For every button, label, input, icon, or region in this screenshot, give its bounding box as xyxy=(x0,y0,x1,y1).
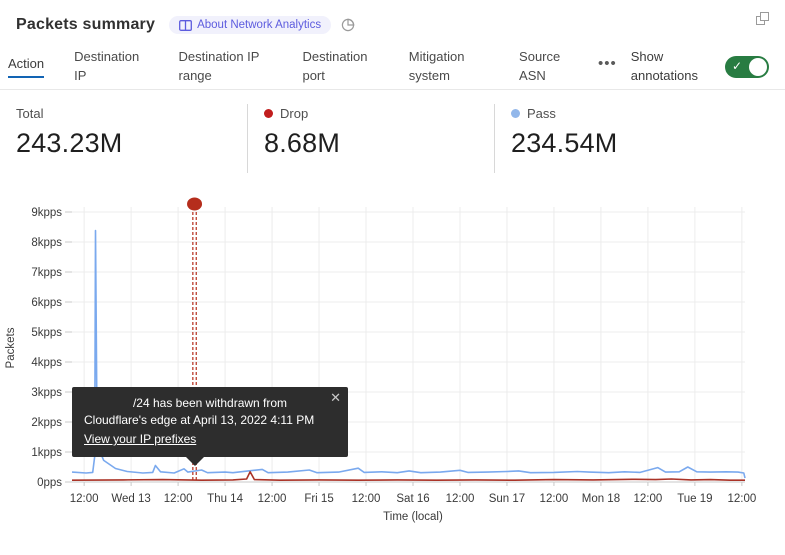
tab-source-asn[interactable]: Source ASN xyxy=(519,48,568,86)
svg-text:Time (local): Time (local) xyxy=(383,511,443,523)
svg-text:Thu 14: Thu 14 xyxy=(207,493,243,505)
check-icon: ✓ xyxy=(732,59,742,73)
annotation-text-line2: Cloudflare's edge at April 13, 2022 4:11… xyxy=(84,412,336,429)
stat-total-value: 243.23M xyxy=(16,128,231,159)
svg-text:1kpps: 1kpps xyxy=(31,447,62,459)
show-annotations-label: Show annotations xyxy=(631,48,711,86)
stat-drop-label: Drop xyxy=(280,106,308,121)
packets-time-series-chart[interactable]: 0pps 1kpps 2kpps 3kpps 4kpps 5kpps 6kpps 7kpps 8… xyxy=(0,188,785,543)
drop-legend-dot xyxy=(264,109,273,118)
svg-text:12:00: 12:00 xyxy=(540,493,569,505)
about-badge-label: About Network Analytics xyxy=(197,19,321,31)
dimension-tabs: Action Destination IP Destination IP ran… xyxy=(0,44,785,90)
svg-text:Sat 16: Sat 16 xyxy=(396,493,429,505)
popout-square-front xyxy=(760,12,769,21)
view-ip-prefixes-link[interactable]: View your IP prefixes xyxy=(84,431,196,448)
book-icon xyxy=(179,20,192,31)
svg-text:Sun 17: Sun 17 xyxy=(489,493,525,505)
packets-summary-card: Packets summary About Network Analytics … xyxy=(0,0,785,555)
svg-text:6kpps: 6kpps xyxy=(31,297,62,309)
svg-text:12:00: 12:00 xyxy=(446,493,475,505)
annotation-text-line1: /24 has been withdrawn from xyxy=(84,395,336,412)
packets-chart: 0pps 1kpps 2kpps 3kpps 4kpps 5kpps 6kpps 7kpps 8… xyxy=(0,188,785,543)
popout-icon[interactable] xyxy=(756,12,769,25)
stat-total-label: Total xyxy=(16,106,43,121)
svg-text:7kpps: 7kpps xyxy=(31,267,62,279)
show-annotations-toggle[interactable]: ✓ xyxy=(725,56,769,78)
tab-action[interactable]: Action xyxy=(8,55,44,78)
summary-stats: Total 243.23M Drop 8.68M Pass 234.54M xyxy=(0,90,785,183)
page-title: Packets summary xyxy=(16,16,155,34)
svg-text:12:00: 12:00 xyxy=(727,493,756,505)
svg-text:12:00: 12:00 xyxy=(352,493,381,505)
tab-mitigation-system[interactable]: Mitigation system xyxy=(409,48,489,86)
stat-total: Total 243.23M xyxy=(0,104,247,173)
stat-drop-value: 8.68M xyxy=(264,128,478,159)
svg-text:0pps: 0pps xyxy=(37,477,62,489)
close-icon[interactable]: ✕ xyxy=(330,391,341,404)
svg-text:4kpps: 4kpps xyxy=(31,357,62,369)
about-network-analytics-link[interactable]: About Network Analytics xyxy=(169,16,331,34)
svg-text:Mon 18: Mon 18 xyxy=(582,493,620,505)
svg-text:12:00: 12:00 xyxy=(258,493,287,505)
svg-text:12:00: 12:00 xyxy=(70,493,99,505)
annotation-tooltip: ✕ /24 has been withdrawn from Cloudflare… xyxy=(72,387,348,457)
tab-destination-port[interactable]: Destination port xyxy=(302,48,378,86)
tab-destination-ip-range[interactable]: Destination IP range xyxy=(179,48,273,86)
pass-legend-dot xyxy=(511,109,520,118)
beta-pie-icon xyxy=(341,18,355,32)
tooltip-caret xyxy=(186,457,204,466)
svg-text:3kpps: 3kpps xyxy=(31,387,62,399)
toggle-knob xyxy=(749,58,767,76)
svg-text:12:00: 12:00 xyxy=(164,493,193,505)
stat-drop: Drop 8.68M xyxy=(247,104,494,173)
card-header: Packets summary About Network Analytics xyxy=(0,0,785,38)
svg-text:Packets: Packets xyxy=(5,327,17,368)
stat-pass-label: Pass xyxy=(527,106,556,121)
stat-pass: Pass 234.54M xyxy=(494,104,741,173)
svg-text:Wed 13: Wed 13 xyxy=(111,493,150,505)
svg-text:Fri 15: Fri 15 xyxy=(304,493,333,505)
svg-text:5kpps: 5kpps xyxy=(31,327,62,339)
stat-pass-value: 234.54M xyxy=(511,128,725,159)
svg-text:8kpps: 8kpps xyxy=(31,237,62,249)
svg-text:2kpps: 2kpps xyxy=(31,417,62,429)
svg-text:Tue 19: Tue 19 xyxy=(677,493,712,505)
svg-text:12:00: 12:00 xyxy=(634,493,663,505)
tab-destination-ip[interactable]: Destination IP xyxy=(74,48,148,86)
more-options-icon[interactable]: ••• xyxy=(598,55,621,78)
svg-text:9kpps: 9kpps xyxy=(31,207,62,219)
